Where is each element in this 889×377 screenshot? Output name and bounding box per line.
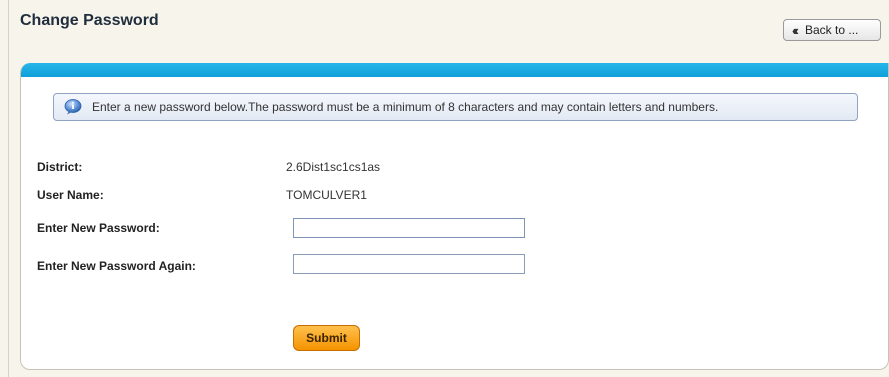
new-password-input[interactable] bbox=[293, 218, 525, 238]
back-button-label: Back to ... bbox=[805, 23, 859, 37]
info-speech-bubble-icon bbox=[64, 99, 82, 115]
info-message-box: Enter a new password below.The password … bbox=[53, 93, 858, 121]
confirm-password-input[interactable] bbox=[293, 254, 525, 274]
username-value: TOMCULVER1 bbox=[286, 188, 367, 202]
back-button[interactable]: ‹‹‹ Back to ... bbox=[783, 19, 881, 41]
new-password-label: Enter New Password: bbox=[37, 221, 160, 235]
submit-button[interactable]: Submit bbox=[293, 325, 360, 351]
username-label: User Name: bbox=[37, 188, 104, 202]
district-value: 2.6Dist1sc1cs1as bbox=[286, 160, 381, 174]
panel-header-bar bbox=[21, 63, 888, 77]
left-divider bbox=[8, 0, 9, 377]
district-label: District: bbox=[37, 160, 83, 174]
confirm-password-label: Enter New Password Again: bbox=[37, 259, 196, 273]
page-title: Change Password bbox=[20, 12, 159, 29]
double-chevron-left-icon: ‹‹‹ bbox=[792, 22, 799, 38]
info-message-text: Enter a new password below.The password … bbox=[92, 100, 719, 114]
change-password-panel: Enter a new password below.The password … bbox=[20, 63, 889, 370]
